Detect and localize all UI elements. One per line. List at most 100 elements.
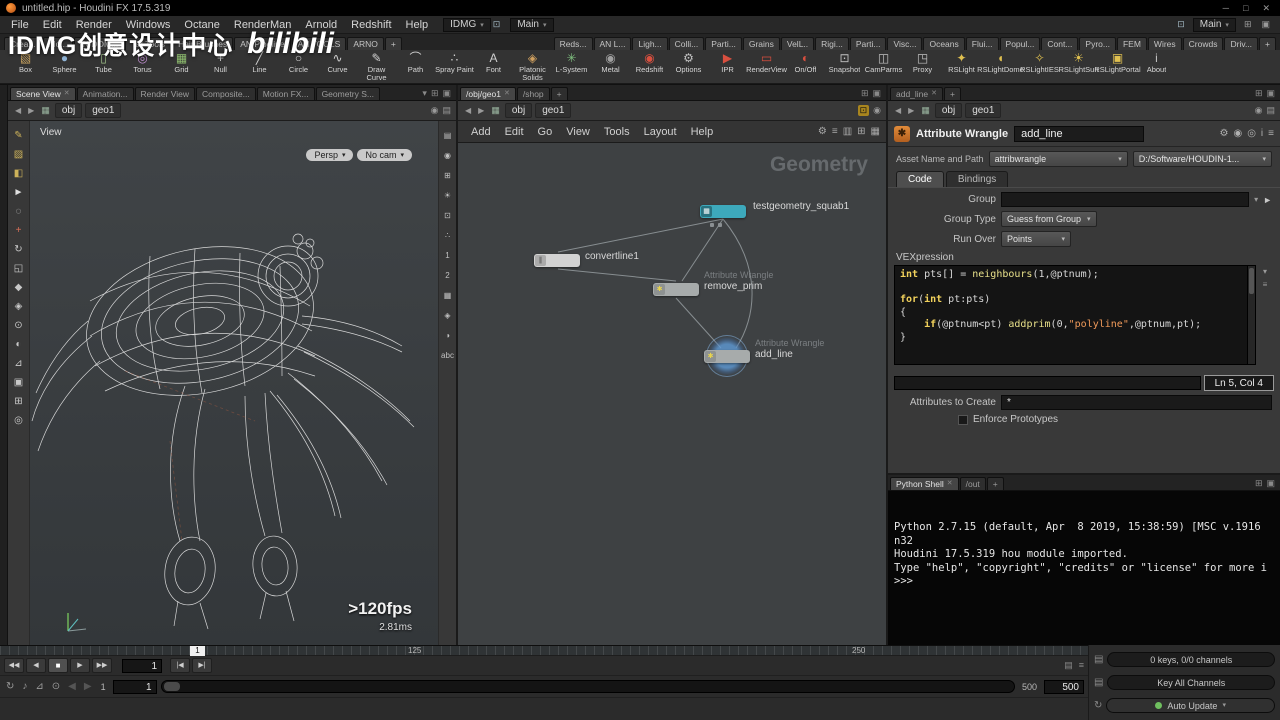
maximize-pane-icon[interactable]: ▣ (872, 88, 881, 99)
playbar-options-icon[interactable]: ≡ (1079, 660, 1084, 671)
shelf-tab[interactable]: Colli... (669, 37, 705, 50)
split-pane-icon[interactable]: ⊞ (1255, 88, 1263, 99)
layout-window-icon[interactable]: ▣ (1259, 19, 1272, 30)
maximize-button[interactable]: □ (1239, 3, 1252, 13)
node-add-line[interactable]: ✱ (704, 350, 750, 363)
measure-tool-icon[interactable]: ⊿ (11, 357, 26, 371)
menu-icon[interactable]: ≡ (1268, 128, 1274, 139)
lighting-icon[interactable]: ☀ (440, 189, 455, 203)
python-shell-console[interactable]: Python 2.7.15 (default, Apr 8 2019, 15:3… (888, 491, 1280, 645)
group-select-arrow-icon[interactable]: ► (1263, 195, 1272, 205)
shelf-tool[interactable]: ▶ IPR (708, 50, 747, 83)
shelf-tab[interactable]: Popul... (1000, 37, 1041, 50)
shelf-tool[interactable]: ✎ Draw Curve (357, 50, 396, 83)
shelf-tab[interactable]: IN DOM... (74, 37, 124, 50)
nav-forward-icon[interactable]: ▶ (26, 106, 36, 115)
shelf-tab[interactable]: Pyro... (1079, 37, 1116, 50)
gear-icon[interactable]: ⚙ (1219, 128, 1228, 139)
keys-clipboard-icon[interactable]: ▤ (1094, 654, 1103, 665)
shelf-tool[interactable]: ✧ RSLightIES (1020, 50, 1059, 83)
menu-item[interactable]: Edit (36, 19, 69, 31)
keyframe-options-icon[interactable]: ▤ (1064, 660, 1073, 671)
layout-grid-icon[interactable]: ⊞ (1242, 19, 1254, 30)
tab-obj-geo1[interactable]: /obj/geo1 ✕ (460, 87, 516, 100)
shelf-tab[interactable]: Driv... (1224, 37, 1258, 50)
main-desktop-select[interactable]: Main ▾ (510, 18, 553, 32)
group-display-icon[interactable]: ◈ (440, 309, 455, 323)
close-button[interactable]: ✕ (1258, 3, 1274, 14)
resize-editor-icon[interactable]: ≡ (1263, 280, 1268, 289)
shelf-tool[interactable]: ▣ RSLightPortal (1098, 50, 1137, 83)
snap-grid-icon[interactable]: ⊞ (11, 395, 26, 409)
shelf-tab[interactable]: Cont... (1041, 37, 1078, 50)
auto-update-dropdown[interactable]: Auto Update ▾ (1106, 698, 1275, 713)
breadcrumb-obj[interactable]: obj (55, 103, 82, 118)
new-tab-button[interactable]: + (987, 477, 1004, 490)
tab-animation[interactable]: Animation... (77, 87, 134, 100)
new-tab-button[interactable]: + (944, 87, 961, 100)
lasso-select-icon[interactable]: ◌ (11, 205, 26, 219)
pane-options-icon[interactable]: ▤ (442, 105, 451, 116)
shelf-tool[interactable]: ● Sphere (45, 50, 84, 83)
shelf-tool[interactable]: ∿ Curve (318, 50, 357, 83)
nav-forward-icon[interactable]: ▶ (906, 106, 916, 115)
enforce-prototypes-checkbox[interactable] (958, 415, 968, 425)
range-start-field[interactable]: 1 (113, 680, 157, 694)
network-menu-item[interactable]: Go (531, 126, 560, 138)
shelf-tool[interactable]: ◉ Metal (591, 50, 630, 83)
tab-scene-view[interactable]: Scene View ✕ (10, 87, 76, 100)
pin-pane-icon[interactable]: ◉ (431, 105, 439, 116)
group-input[interactable] (1001, 192, 1249, 207)
shelf-tool[interactable]: ○ Circle (279, 50, 318, 83)
group-menu-icon[interactable]: ▾ (1254, 195, 1258, 204)
asset-name-dropdown[interactable]: attribwrangle ▾ (989, 151, 1128, 167)
vex-code[interactable]: int pts[] = neighbours(1,@ptnum); for(in… (894, 265, 1248, 365)
rotate-tool-icon[interactable]: ↻ (11, 243, 26, 257)
shelf-tab[interactable]: Mo... (43, 37, 74, 50)
thumbnails-icon[interactable]: ▦ (871, 126, 880, 137)
shelf-tab[interactable]: Hair Brushes (172, 37, 233, 50)
camera-view-icon[interactable]: ⊡ (440, 209, 455, 223)
node-flag[interactable] (718, 223, 722, 227)
shelf-tool[interactable]: ◫ CamParms (864, 50, 903, 83)
range-lock-icon[interactable]: ▶ (82, 681, 94, 692)
pin-pane-icon[interactable]: ◉ (1255, 105, 1263, 116)
pane-options-icon[interactable]: ▤ (1266, 105, 1275, 116)
breadcrumb-obj[interactable]: obj (505, 103, 532, 118)
play-button[interactable]: ▶ (70, 658, 90, 673)
shelf-tool[interactable]: ✦ RSLight (942, 50, 981, 83)
shelf-tool[interactable]: ◳ Proxy (903, 50, 942, 83)
maximize-pane-icon[interactable]: ▣ (442, 88, 451, 99)
shade-mode-icon[interactable]: ◉ (440, 149, 455, 163)
nav-back-icon[interactable]: ◀ (893, 106, 903, 115)
network-menu-item[interactable]: Layout (637, 126, 684, 138)
shelf-tab[interactable]: Oceans (923, 37, 964, 50)
shelf-tool[interactable]: ▦ Grid (162, 50, 201, 83)
network-menu-item[interactable]: Tools (597, 126, 637, 138)
pin-icon[interactable]: ◉ (1233, 128, 1242, 139)
step-forward-button[interactable]: ▶| (192, 658, 212, 673)
shelf-tool[interactable]: ⊡ Snapshot (825, 50, 864, 83)
run-over-dropdown[interactable]: Points ▾ (1001, 231, 1071, 247)
shelf-tool[interactable]: ✳ L-System (552, 50, 591, 83)
node-testgeometry-squab1[interactable]: ▦ (700, 205, 746, 218)
play-reverse-button[interactable]: ◀ (26, 658, 46, 673)
close-tab-icon[interactable]: ✕ (947, 478, 953, 490)
mask-display-icon[interactable]: ◑ (440, 329, 455, 343)
playback-range-slider[interactable] (161, 680, 1015, 693)
wrench-icon[interactable]: ⚙ (818, 126, 827, 137)
minimize-button[interactable]: ─ (1219, 3, 1233, 13)
pin-pane-icon[interactable]: ◉ (873, 105, 881, 116)
shelf-tab[interactable]: AN TOOLS (292, 37, 347, 50)
network-menu-item[interactable]: Add (464, 126, 498, 138)
menu-item[interactable]: Octane (177, 19, 226, 31)
shelf-tool[interactable]: ◐ On/Off (786, 50, 825, 83)
group-type-dropdown[interactable]: Guess from Group ▾ (1001, 211, 1097, 227)
new-tab-button[interactable]: + (551, 87, 568, 100)
tab-add-line-params[interactable]: add_line ✕ (890, 87, 943, 100)
update-mode-icon[interactable]: ↻ (1094, 700, 1102, 711)
main-desktop-select-right[interactable]: Main ▾ (1193, 18, 1236, 32)
split-pane-icon[interactable]: ⊞ (431, 88, 439, 99)
asset-path-dropdown[interactable]: D:/Software/HOUDIN-1... ▾ (1133, 151, 1272, 167)
points-display-icon[interactable]: ∴ (440, 229, 455, 243)
